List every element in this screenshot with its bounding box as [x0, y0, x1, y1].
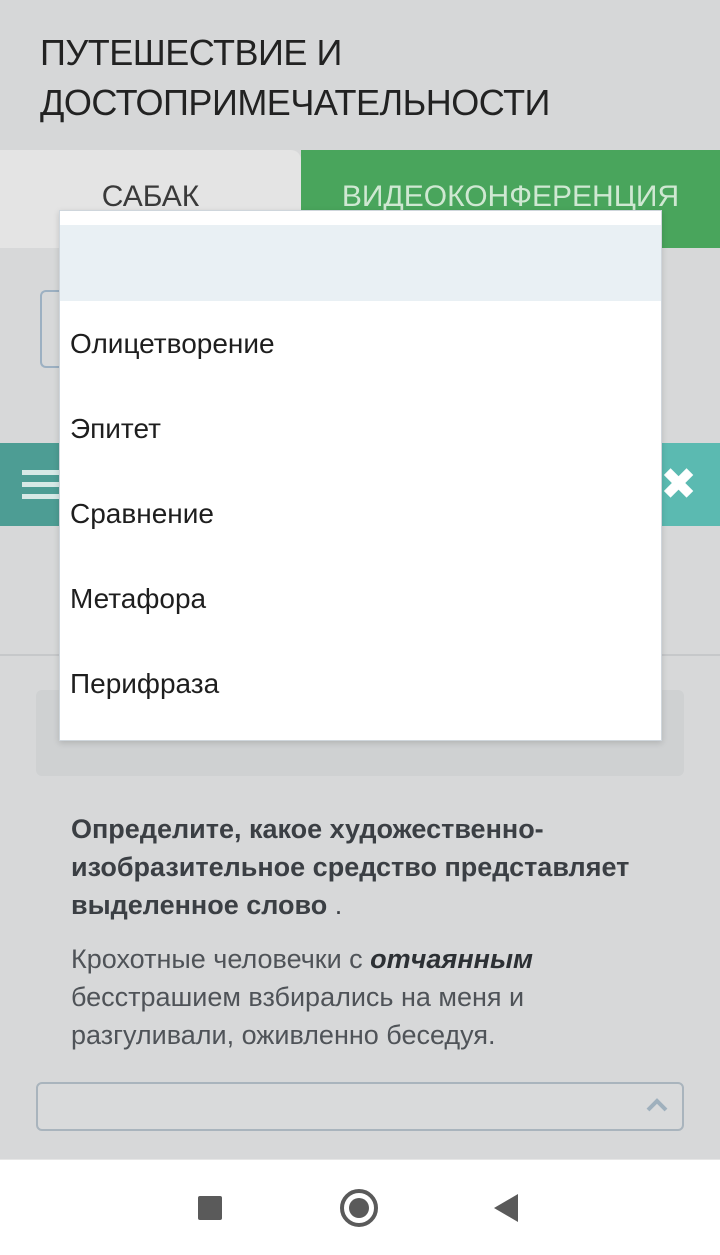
- sentence-start: Крохотные человечки с: [71, 944, 371, 974]
- square-icon[interactable]: [198, 1196, 222, 1220]
- question-prompt: Определите, какое художественно-изобрази…: [71, 810, 671, 924]
- question-sentence: Крохотные человечки с отчаянным бесстраш…: [71, 940, 631, 1054]
- home-dot: [349, 1198, 369, 1218]
- course-title: ПУТЕШЕСТВИЕ И ДОСТОПРИМЕЧАТЕЛЬНОСТИ: [40, 32, 550, 123]
- close-icon: ✖: [660, 460, 697, 509]
- question-text: Определите, какое художественно-изобрази…: [71, 814, 630, 920]
- hamburger-icon: [22, 470, 62, 475]
- hamburger-icon-line: [22, 494, 62, 499]
- question-period: .: [327, 890, 343, 920]
- sentence-end: бесстрашием взбирались на меня и разгули…: [71, 982, 525, 1050]
- hamburger-icon-line: [22, 482, 62, 487]
- circle-icon[interactable]: [340, 1189, 378, 1227]
- dropdown-option-empty[interactable]: [60, 225, 661, 301]
- answer-dropdown: Олицетворение Эпитет Сравнение Метафора …: [59, 210, 662, 741]
- dropdown-option-epithet[interactable]: Эпитет: [60, 386, 661, 471]
- highlighted-word: отчаянным: [370, 944, 533, 974]
- dropdown-option-periphrasis[interactable]: Перифраза: [60, 641, 661, 726]
- page-header: ПУТЕШЕСТВИЕ И ДОСТОПРИМЕЧАТЕЛЬНОСТИ: [0, 0, 720, 150]
- dropdown-option-metaphor[interactable]: Метафора: [60, 556, 661, 641]
- chevron-up-icon: [646, 1098, 668, 1112]
- dropdown-option-personification[interactable]: Олицетворение: [60, 301, 661, 386]
- dropdown-option-comparison[interactable]: Сравнение: [60, 471, 661, 556]
- back-triangle-icon[interactable]: [494, 1194, 518, 1222]
- answer-select[interactable]: [36, 1082, 684, 1131]
- android-nav-bar: [0, 1159, 720, 1255]
